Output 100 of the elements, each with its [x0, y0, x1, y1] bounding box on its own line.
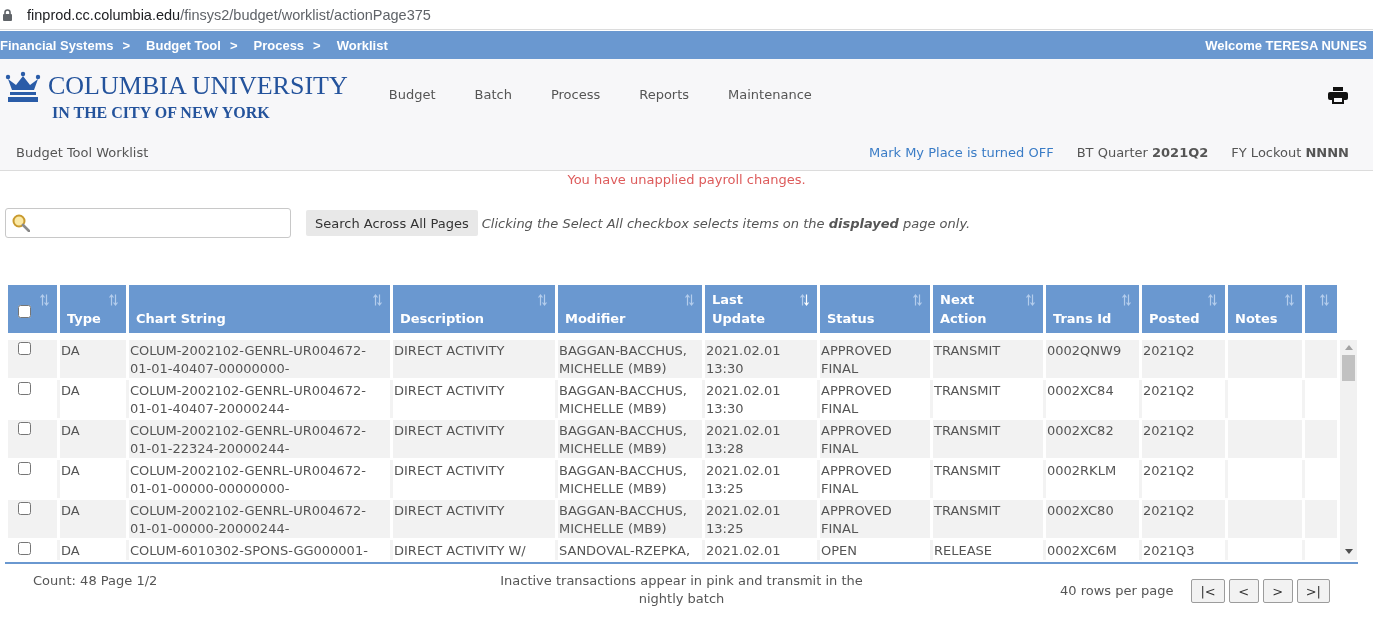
- sort-icon[interactable]: [1208, 294, 1217, 306]
- table-cell: APPROVED FINAL: [821, 423, 892, 456]
- sort-icon[interactable]: [538, 294, 547, 306]
- table-cell: 0002XC6M: [1047, 543, 1117, 558]
- column-header[interactable]: Notes: [1228, 285, 1302, 333]
- crown-icon: [5, 70, 41, 102]
- breadcrumb-link[interactable]: Budget Tool: [146, 37, 221, 53]
- table-cell: TRANSMIT: [934, 423, 1001, 438]
- row-checkbox[interactable]: [18, 542, 31, 555]
- table-cell: DA: [61, 383, 80, 398]
- table-cell: 2021Q2: [1143, 383, 1195, 398]
- table-cell: COLUM-2002102-GENRL-UR004672-01-01-00000-00000000-: [130, 463, 366, 496]
- table-cell: DIRECT ACTIVITY: [394, 463, 505, 478]
- sort-icon[interactable]: [800, 294, 809, 306]
- row-checkbox[interactable]: [18, 502, 31, 515]
- mark-my-place-link[interactable]: Mark My Place is turned OFF: [868, 145, 1054, 160]
- welcome-text: Welcome TERESA NUNES: [1205, 37, 1367, 53]
- breadcrumb-separator: >: [229, 37, 238, 53]
- sort-icon[interactable]: [109, 294, 118, 306]
- scroll-down-icon[interactable]: [1344, 549, 1353, 554]
- nav-link[interactable]: Process: [550, 86, 601, 102]
- lock-icon: [3, 8, 12, 21]
- sort-icon[interactable]: [1285, 294, 1294, 306]
- column-header[interactable]: Status: [820, 285, 930, 333]
- column-header[interactable]: Trans Id: [1046, 285, 1139, 333]
- table-cell: APPROVED FINAL: [821, 383, 892, 416]
- table-cell: DA: [61, 543, 80, 558]
- scroll-up-icon[interactable]: [1344, 345, 1353, 350]
- pager-button[interactable]: >|: [1296, 579, 1330, 603]
- column-header[interactable]: Modifier: [558, 285, 702, 333]
- sort-icon[interactable]: [1320, 294, 1329, 306]
- nav-link[interactable]: Batch: [474, 86, 512, 102]
- column-header[interactable]: [1305, 285, 1337, 333]
- table-cell: DIRECT ACTIVITY: [394, 423, 505, 438]
- column-header[interactable]: Description: [393, 285, 555, 333]
- pager-button[interactable]: >: [1262, 579, 1293, 603]
- table-cell: 2021Q2: [1143, 463, 1195, 478]
- column-header[interactable]: [8, 285, 57, 333]
- column-header[interactable]: Next Action: [933, 285, 1043, 333]
- breadcrumb-separator: >: [122, 37, 131, 53]
- table-cell: 2021.02.01 13:30: [706, 383, 781, 416]
- breadcrumb-link[interactable]: Financial Systems: [0, 37, 114, 53]
- table-cell: APPROVED FINAL: [821, 463, 892, 496]
- table-cell: 2021.02.01 13:28: [706, 423, 781, 456]
- nav-link[interactable]: Reports: [639, 86, 690, 102]
- search-button[interactable]: Search Across All Pages: [306, 210, 478, 236]
- print-icon[interactable]: [1328, 86, 1348, 104]
- column-header[interactable]: Type: [60, 285, 126, 333]
- table-cell: COLUM-2002102-GENRL-UR004672-01-01-40407-00000000-: [130, 343, 366, 376]
- search-icon: [12, 214, 30, 232]
- select-all-checkbox[interactable]: [18, 305, 31, 318]
- table-cell: 2021.02.01 13:30: [706, 343, 781, 376]
- column-header[interactable]: Last Update: [705, 285, 817, 333]
- row-checkbox[interactable]: [18, 342, 31, 355]
- table-cell: 0002XC84: [1047, 383, 1114, 398]
- nav-link[interactable]: Budget: [388, 86, 436, 102]
- sort-icon[interactable]: [1026, 294, 1035, 306]
- row-checkbox[interactable]: [18, 382, 31, 395]
- column-header[interactable]: Posted: [1142, 285, 1225, 333]
- column-header[interactable]: Chart String: [129, 285, 390, 333]
- table-cell: COLUM-2002102-GENRL-UR004672-01-01-00000-20000244-: [130, 503, 366, 536]
- select-all-hint: Clicking the Select All checkbox selects items on the displayed page only.: [481, 215, 971, 231]
- search-field[interactable]: [5, 208, 291, 238]
- footer-note: Inactive transactions appear in pink and transmit in the nightly batch: [500, 573, 863, 606]
- table-cell: COLUM-2002102-GENRL-UR004672-01-01-22324-20000244-: [130, 423, 366, 456]
- row-checkbox[interactable]: [18, 422, 31, 435]
- table-cell: TRANSMIT: [934, 503, 1001, 518]
- table-cell: SANDOVAL-RZEPKA,: [559, 543, 691, 558]
- table-cell: DIRECT ACTIVITY W/: [394, 543, 526, 558]
- table-cell: 2021Q2: [1143, 343, 1195, 358]
- table-cell: TRANSMIT: [934, 463, 1001, 478]
- row-checkbox[interactable]: [18, 462, 31, 475]
- breadcrumb-link[interactable]: Worklist: [336, 37, 388, 53]
- logo-tagline: IN THE CITY OF NEW YORK: [52, 103, 270, 122]
- table-cell: DA: [61, 463, 80, 478]
- nav-link[interactable]: Maintenance: [728, 86, 812, 102]
- table-cell: BAGGAN-BACCHUS, MICHELLE (MB9): [559, 423, 687, 456]
- pager-button[interactable]: <: [1228, 579, 1259, 603]
- table-cell: 2021Q2: [1143, 423, 1195, 438]
- table-cell: COLUM-6010302-SPONS-GG000001-: [130, 543, 368, 558]
- sort-icon[interactable]: [40, 294, 49, 306]
- table-cell: 2021.02.01 13:25: [706, 503, 781, 536]
- alert-message: You have unapplied payroll changes.: [567, 172, 806, 187]
- table-cell: COLUM-2002102-GENRL-UR004672-01-01-40407-20000244-: [130, 383, 366, 416]
- table-cell: BAGGAN-BACCHUS, MICHELLE (MB9): [559, 343, 687, 376]
- table-cell: DIRECT ACTIVITY: [394, 343, 505, 358]
- sort-icon[interactable]: [685, 294, 694, 306]
- breadcrumb-link[interactable]: Process: [253, 37, 305, 53]
- sort-icon[interactable]: [1122, 294, 1131, 306]
- table-cell: APPROVED FINAL: [821, 503, 892, 536]
- sort-icon[interactable]: [373, 294, 382, 306]
- table-cell: DA: [61, 343, 80, 358]
- scrollbar[interactable]: [1340, 340, 1357, 560]
- table-cell: 0002XC82: [1047, 423, 1114, 438]
- sort-icon[interactable]: [913, 294, 922, 306]
- scrollbar-thumb[interactable]: [1342, 355, 1355, 381]
- table-cell: DIRECT ACTIVITY: [394, 503, 505, 518]
- quarter-label: BT Quarter 2021Q2: [1076, 145, 1209, 160]
- record-count: Count: 48 Page 1/2: [33, 573, 158, 588]
- pager-button[interactable]: |<: [1191, 579, 1225, 603]
